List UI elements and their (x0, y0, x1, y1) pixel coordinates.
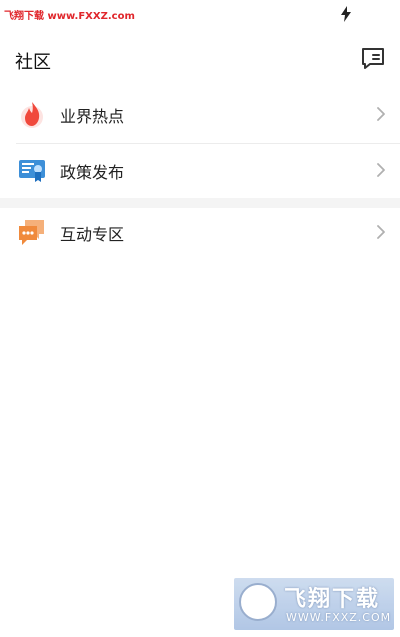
flame-icon (21, 102, 43, 128)
menu-item-policy-release[interactable]: 政策发布 (0, 143, 400, 197)
watermark-logo: 飞翔下载 WWW.FXXZ.COM (234, 578, 394, 630)
watermark-logo-emblem (239, 583, 277, 621)
watermark-logo-text: 飞翔下载 (284, 587, 381, 612)
header: 社区 (0, 38, 400, 82)
menu-item-label: 互动专区 (60, 225, 125, 244)
lightning-icon (341, 6, 351, 22)
chat-bubbles-icon (19, 220, 44, 245)
menu-item-label: 政策发布 (60, 163, 125, 182)
menu-item-interactive-zone[interactable]: 互动专区 (0, 205, 400, 259)
chevron-right-icon (377, 225, 385, 239)
menu-item-label: 业界热点 (60, 107, 125, 126)
menu-item-industry-hotspots[interactable]: 业界热点 (0, 87, 400, 141)
chevron-right-icon (377, 107, 385, 121)
watermark-text: 飞翔下载 www.FXXZ.com (4, 11, 135, 22)
page-title: 社区 (15, 52, 51, 73)
certificate-icon (19, 160, 45, 182)
chevron-right-icon (377, 163, 385, 177)
message-icon[interactable] (360, 47, 386, 71)
watermark-logo-url: WWW.FXXZ.COM (286, 611, 392, 624)
status-bar: 飞翔下载 www.FXXZ.com (0, 0, 400, 28)
